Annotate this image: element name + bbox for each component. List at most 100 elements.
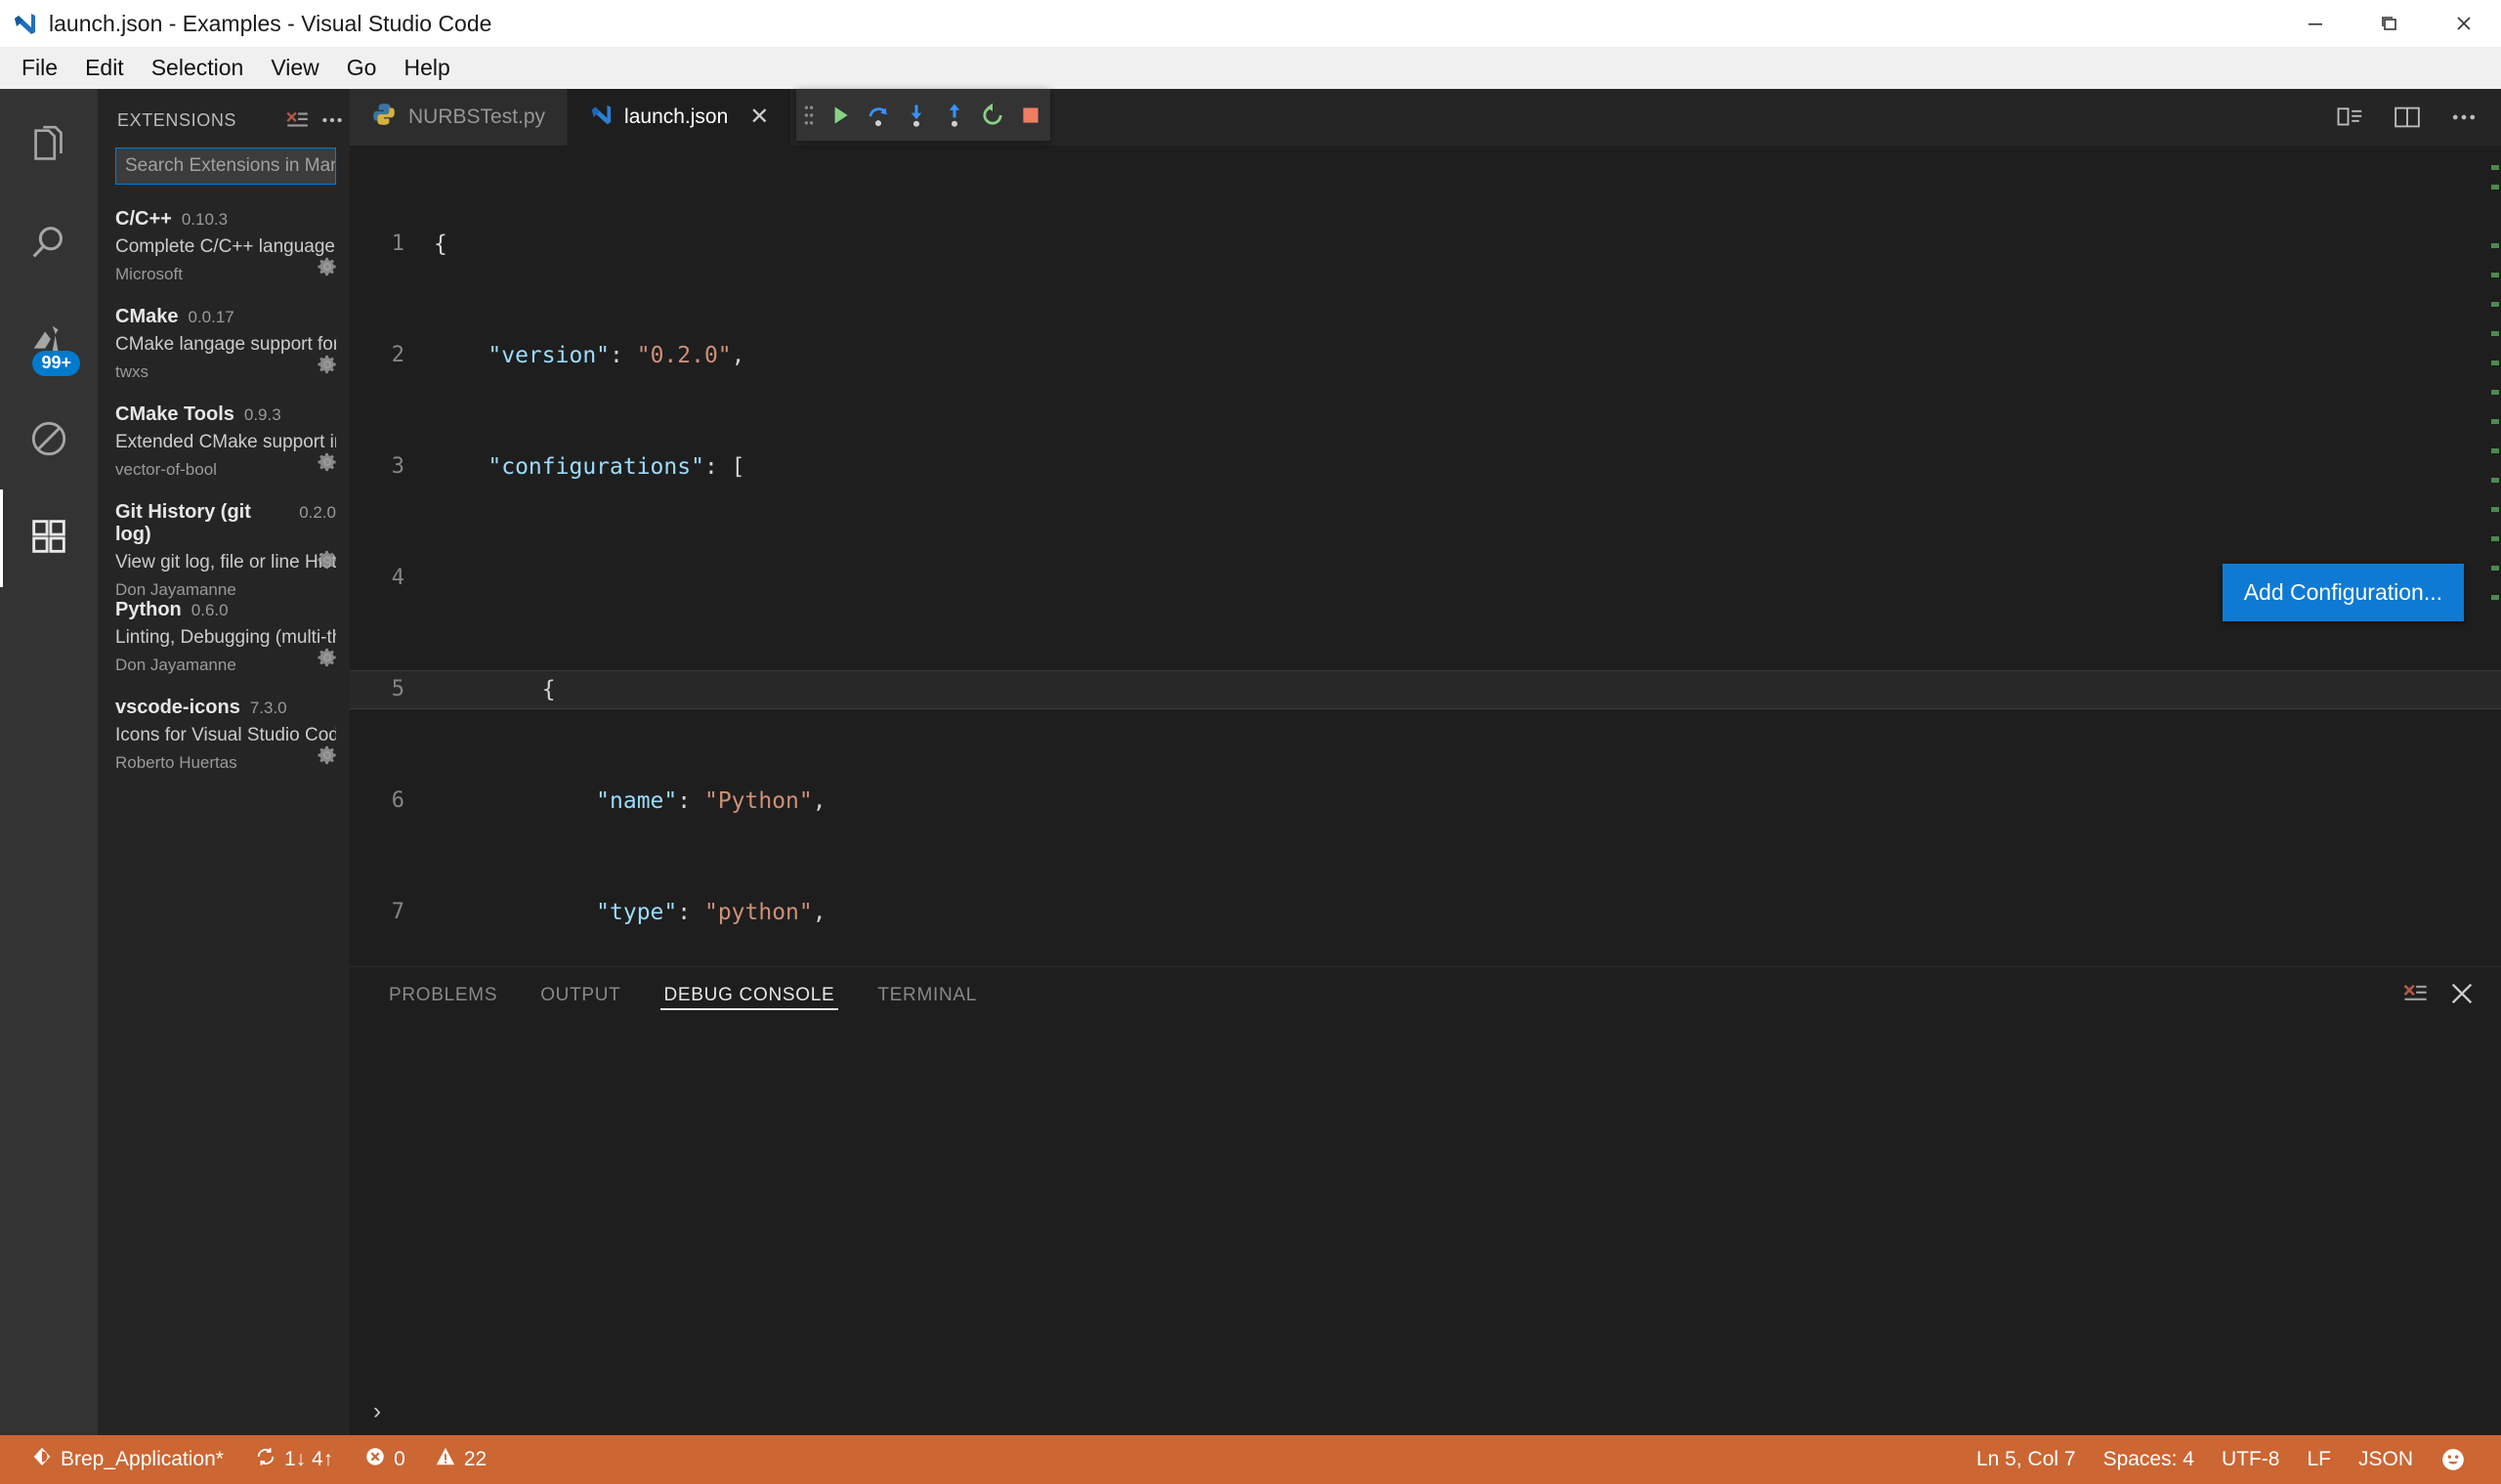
activity-item-explorer[interactable] bbox=[0, 99, 98, 196]
status-cursor-position[interactable]: Ln 5, Col 7 bbox=[1963, 1435, 2090, 1484]
sidebar-extensions: EXTENSIONS Search Extensions in Mar C/C+… bbox=[98, 89, 350, 1435]
maximize-button[interactable] bbox=[2353, 0, 2427, 47]
status-branch[interactable]: Brep_Application* bbox=[18, 1435, 237, 1484]
split-editor-icon[interactable] bbox=[2388, 98, 2427, 137]
line-number: 4 bbox=[391, 566, 404, 590]
extension-version: 0.2.0 bbox=[299, 503, 336, 522]
code-editor[interactable]: 1{ 2 "version": "0.2.0", 3 "configuratio… bbox=[350, 146, 2501, 966]
list-item[interactable]: C/C++ 0.10.3 Complete C/C++ language su.… bbox=[98, 198, 350, 296]
debug-toolbar[interactable] bbox=[796, 89, 1050, 141]
activity-item-source-control[interactable]: 99+ bbox=[0, 294, 98, 392]
search-input[interactable]: Search Extensions in Marketpla bbox=[115, 148, 336, 185]
minimize-button[interactable] bbox=[2278, 0, 2353, 47]
gear-icon[interactable] bbox=[315, 449, 340, 480]
tab-terminal[interactable]: TERMINAL bbox=[860, 975, 995, 1016]
activity-item-extensions[interactable] bbox=[0, 489, 98, 587]
code-line: 6 "name": "Python", bbox=[350, 783, 2501, 820]
smiley-icon[interactable] bbox=[2427, 1435, 2480, 1484]
panel-actions bbox=[2401, 980, 2501, 1012]
branch-name: Brep_Application* bbox=[61, 1448, 224, 1470]
step-out-button[interactable] bbox=[936, 89, 974, 141]
bottom-panel: PROBLEMS OUTPUT DEBUG CONSOLE TERMINAL › bbox=[350, 966, 2501, 1435]
editor-vertical-scrollbar[interactable] bbox=[2487, 146, 2501, 966]
activity-item-debug[interactable] bbox=[0, 392, 98, 489]
gear-icon[interactable] bbox=[315, 742, 340, 773]
line-text: "configurations": [ bbox=[487, 454, 745, 480]
continue-button[interactable] bbox=[821, 89, 859, 141]
extension-name: vscode-icons bbox=[115, 697, 240, 718]
extension-publisher: Roberto Huertas bbox=[115, 753, 237, 772]
activity-bar: 99+ bbox=[0, 89, 98, 1435]
split-compare-icon[interactable] bbox=[2331, 98, 2370, 137]
tab-problems[interactable]: PROBLEMS bbox=[371, 975, 515, 1016]
close-button[interactable] bbox=[2427, 0, 2501, 47]
status-left: Brep_Application* 1↓ 4↑ 0 22 bbox=[0, 1435, 500, 1484]
menu-edit[interactable]: Edit bbox=[71, 51, 138, 85]
source-control-badge: 99+ bbox=[32, 351, 80, 376]
gear-icon[interactable] bbox=[315, 547, 340, 577]
ellipsis-icon[interactable] bbox=[315, 104, 350, 137]
extension-description: Icons for Visual Studio Code bbox=[115, 725, 336, 745]
status-errors-warnings[interactable]: 0 22 bbox=[351, 1435, 500, 1484]
list-item[interactable]: CMake 0.0.17 CMake langage support for V… bbox=[98, 296, 350, 394]
line-text: "type": "python", bbox=[596, 900, 827, 925]
title-bar: launch.json - Examples - Visual Studio C… bbox=[0, 0, 2501, 47]
menu-view[interactable]: View bbox=[257, 51, 332, 85]
python-file-icon bbox=[371, 102, 397, 133]
menu-go[interactable]: Go bbox=[333, 51, 391, 85]
menu-help[interactable]: Help bbox=[390, 51, 463, 85]
status-eol[interactable]: LF bbox=[2293, 1435, 2345, 1484]
add-configuration-button[interactable]: Add Configuration... bbox=[2222, 564, 2464, 621]
tab-launch-json[interactable]: launch.json ✕ bbox=[568, 89, 792, 146]
step-over-button[interactable] bbox=[860, 89, 898, 141]
extension-description: CMake langage support for Vi... bbox=[115, 334, 336, 355]
extension-version: 0.6.0 bbox=[191, 601, 229, 619]
clear-list-icon[interactable] bbox=[279, 104, 315, 137]
ellipsis-icon[interactable] bbox=[2444, 98, 2483, 137]
extension-name: Git History (git log) bbox=[115, 501, 251, 545]
extensions-list[interactable]: C/C++ 0.10.3 Complete C/C++ language su.… bbox=[98, 185, 350, 1435]
list-item[interactable]: Python 0.6.0 Linting, Debugging (multi-t… bbox=[98, 589, 350, 687]
status-sync[interactable]: 1↓ 4↑ bbox=[241, 1435, 347, 1484]
search-icon bbox=[26, 221, 71, 271]
grip-dots-icon[interactable] bbox=[796, 89, 821, 141]
editor-group: NURBSTest.py launch.json ✕ 1 {2 "versio… bbox=[350, 89, 2501, 1435]
prompt-chevron-icon: › bbox=[373, 1398, 381, 1424]
tab-output[interactable]: OUTPUT bbox=[523, 975, 638, 1016]
code-line-highlighted: 5 { bbox=[350, 670, 2501, 709]
restart-button[interactable] bbox=[974, 89, 1012, 141]
extension-version: 7.3.0 bbox=[249, 699, 287, 717]
gear-icon[interactable] bbox=[315, 645, 340, 675]
panel-tabs: PROBLEMS OUTPUT DEBUG CONSOLE TERMINAL bbox=[350, 967, 2501, 1024]
line-text: "version": "0.2.0", bbox=[487, 343, 745, 368]
gear-icon[interactable] bbox=[315, 352, 340, 382]
debug-console-input[interactable]: › bbox=[350, 1388, 2501, 1435]
error-icon bbox=[364, 1446, 386, 1473]
source-control-branch-icon bbox=[31, 1446, 53, 1473]
gear-icon[interactable] bbox=[315, 254, 340, 284]
tab-nurbstest-py[interactable]: NURBSTest.py bbox=[350, 89, 569, 146]
clear-list-icon[interactable] bbox=[2401, 980, 2429, 1012]
list-item[interactable]: CMake Tools 0.9.3 Extended CMake support… bbox=[98, 394, 350, 491]
debug-console-output[interactable] bbox=[350, 1024, 2501, 1388]
list-item[interactable]: Git History (git log) 0.2.0 View git log… bbox=[98, 491, 350, 599]
activity-item-search[interactable] bbox=[0, 196, 98, 294]
close-icon[interactable] bbox=[2448, 980, 2476, 1012]
status-language-mode[interactable]: JSON bbox=[2345, 1435, 2427, 1484]
status-right: Ln 5, Col 7 Spaces: 4 UTF-8 LF JSON bbox=[1963, 1435, 2501, 1484]
close-icon[interactable]: ✕ bbox=[749, 106, 769, 129]
extension-header: Git History (git log) 0.2.0 bbox=[115, 501, 336, 546]
menu-file[interactable]: File bbox=[8, 51, 71, 85]
status-indentation[interactable]: Spaces: 4 bbox=[2090, 1435, 2208, 1484]
menu-selection[interactable]: Selection bbox=[138, 51, 258, 85]
step-into-button[interactable] bbox=[898, 89, 936, 141]
line-number: 5 bbox=[391, 677, 404, 701]
stop-button[interactable] bbox=[1012, 89, 1050, 141]
list-item[interactable]: vscode-icons 7.3.0 Icons for Visual Stud… bbox=[98, 687, 350, 784]
status-encoding[interactable]: UTF-8 bbox=[2208, 1435, 2294, 1484]
tab-debug-console[interactable]: DEBUG CONSOLE bbox=[647, 975, 853, 1016]
extension-description: View git log, file or line History bbox=[115, 552, 336, 572]
files-icon bbox=[26, 123, 71, 173]
line-number: 2 bbox=[391, 343, 404, 367]
tab-label: launch.json bbox=[624, 106, 729, 128]
